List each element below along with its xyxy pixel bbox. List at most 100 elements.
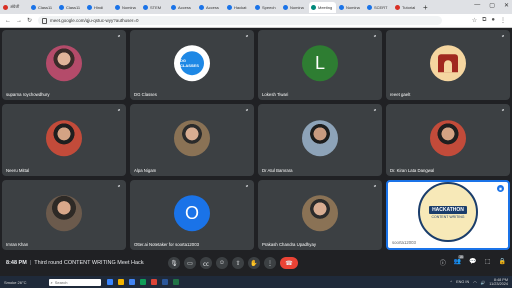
windows-start-icon[interactable] <box>106 279 113 285</box>
tab-label: SCERT <box>374 4 388 10</box>
site-info-icon[interactable] <box>42 17 48 24</box>
minimize-icon[interactable]: — <box>474 2 480 9</box>
tab-label: Nomina <box>346 4 360 10</box>
app-icon[interactable] <box>139 279 146 285</box>
camera-button[interactable]: ▭ <box>184 257 196 269</box>
phone-hangup-icon: ☎ <box>285 260 293 267</box>
participant-tile[interactable]: DG CLASSES ⌀ DG Classes <box>130 30 254 100</box>
tab-favicon-icon <box>3 4 8 10</box>
profile-icon[interactable]: ● <box>491 17 495 24</box>
avatar <box>46 195 82 232</box>
presenting-tile[interactable]: HACKATHON CONTENT WRITING ◉ soorta12003 <box>386 180 510 250</box>
url-input[interactable]: meet.google.com/qju-qstuc-wyy?authuser=0 <box>38 16 443 25</box>
language-indicator[interactable]: ENG IN <box>456 280 469 284</box>
avatar <box>430 120 466 157</box>
present-button[interactable]: ⇧ <box>232 257 244 269</box>
windows-taskbar: Smoke 26°C ⌕ Search ^ ENG IN ◠ 🔊 8:48 PM… <box>0 276 512 288</box>
tab[interactable]: Speech <box>253 2 280 13</box>
tab[interactable]: Nomina <box>281 2 308 13</box>
hand-icon: ✋ <box>250 260 258 267</box>
participant-tile[interactable]: ⌀ Alpa Nigam <box>130 104 254 176</box>
host-controls-icon[interactable]: 🔒 <box>499 258 506 267</box>
system-tray: ^ ENG IN ◠ 🔊 8:48 PM 11/23/2024 <box>450 278 508 287</box>
tab[interactable]: Tutorial <box>393 2 420 13</box>
activities-icon[interactable]: ⬚ <box>485 258 491 267</box>
clock[interactable]: 8:48 PM 11/23/2024 <box>489 278 508 287</box>
leave-call-button[interactable]: ☎ <box>280 257 298 269</box>
tab-active[interactable]: Meeting <box>309 1 336 13</box>
chat-icon[interactable]: 💬 <box>469 258 476 267</box>
captions-icon: ㏄ <box>202 261 209 268</box>
wifi-icon[interactable]: ◠ <box>473 280 476 285</box>
word-icon[interactable] <box>161 279 168 285</box>
file-explorer-icon[interactable] <box>117 279 124 285</box>
tab[interactable]: Nomina <box>113 2 140 13</box>
url-text: meet.google.com/qju-qstuc-wyy?authuser=0 <box>50 18 139 23</box>
extensions-icon[interactable]: ⧉ <box>482 17 486 24</box>
back-icon[interactable]: ← <box>5 18 11 24</box>
taskbar-search[interactable]: ⌕ Search <box>48 278 101 286</box>
more-icon: ⋮ <box>267 260 273 267</box>
tab[interactable]: Class11 <box>29 2 56 13</box>
mic-off-icon: ⌀ <box>245 33 249 38</box>
maximize-icon[interactable]: ▢ <box>489 2 495 9</box>
tab-favicon-icon <box>171 4 176 10</box>
tab-label: STEM <box>150 4 162 10</box>
mic-button[interactable]: 🎙 <box>168 257 180 269</box>
more-options-button[interactable]: ⋮ <box>264 257 276 269</box>
tab[interactable]: Access <box>169 2 196 13</box>
browser-tab-bar: अंग्रेजी Class11 Class11 Hindi Nomina ST… <box>0 0 512 14</box>
tab[interactable]: Class11 <box>57 2 84 13</box>
tab[interactable]: STEM <box>141 2 168 13</box>
tab[interactable]: Nomina <box>337 2 364 13</box>
mic-off-icon: ⌀ <box>501 33 505 38</box>
participant-tile[interactable]: ⌀ Dr Atul Bamrara <box>258 104 382 176</box>
avatar: DG CLASSES <box>174 45 210 82</box>
chrome-icon[interactable] <box>128 279 135 285</box>
meet-control-bar: 8:48 PM | Third round CONTENT WRITING Me… <box>0 252 512 274</box>
participant-tile[interactable]: ⌀ Prakash Chandra Upadhyay <box>258 180 382 250</box>
raise-hand-button[interactable]: ✋ <box>248 257 260 269</box>
new-tab-icon[interactable]: + <box>423 3 428 12</box>
tab[interactable]: अंग्रेजी <box>1 2 28 13</box>
participant-tile[interactable]: ⌀ reeet gaelt <box>386 30 510 100</box>
app-icon[interactable] <box>150 279 157 285</box>
star-icon[interactable]: ☆ <box>472 17 477 24</box>
reload-icon[interactable]: ↻ <box>27 17 32 24</box>
avatar: O <box>174 195 210 232</box>
participant-tile[interactable]: ⌀ Imran Khan <box>2 180 126 250</box>
speaking-indicator-icon: ◉ <box>497 185 504 192</box>
participant-tile[interactable]: O ⌀ Otter.ai Notetaker for soorta12003 <box>130 180 254 250</box>
forward-icon[interactable]: → <box>16 18 22 24</box>
tab[interactable]: Access <box>197 2 224 13</box>
participant-tile[interactable]: ⌀ Neeru Mittal <box>2 104 126 176</box>
avatar <box>302 195 338 232</box>
tab-label: Hindi <box>94 4 104 10</box>
avatar <box>430 45 466 82</box>
close-icon[interactable]: ✕ <box>504 2 509 9</box>
tab-favicon-icon <box>59 4 64 10</box>
volume-icon[interactable]: 🔊 <box>481 280 486 285</box>
logo-text: DG CLASSES <box>180 58 199 69</box>
meeting-time: 8:48 PM <box>6 260 27 266</box>
tab[interactable]: Hindi <box>85 2 112 13</box>
info-icon[interactable]: ⓘ <box>440 258 446 267</box>
weather-widget[interactable]: Smoke 26°C <box>4 280 27 285</box>
tab[interactable]: SCERT <box>365 2 392 13</box>
tab-favicon-icon <box>339 4 344 10</box>
people-icon[interactable]: 👥 <box>454 258 461 267</box>
mic-off-icon: ⌀ <box>373 183 377 188</box>
participant-tile[interactable]: ⌀ suparna roychowdhury <box>2 30 126 100</box>
excel-icon[interactable] <box>172 279 179 285</box>
tab-favicon-icon <box>87 4 92 10</box>
captions-button[interactable]: ㏄ <box>200 257 212 269</box>
taskbar-apps <box>106 279 179 285</box>
tab[interactable]: Hackat <box>225 2 252 13</box>
participant-tile[interactable]: L ⌀ Lokesh Tiwari <box>258 30 382 100</box>
menu-icon[interactable]: ⋮ <box>500 17 506 24</box>
participant-tile[interactable]: ⌀ Dr. Kiran Lata Dangwal <box>386 104 510 176</box>
chevron-up-icon[interactable]: ^ <box>450 280 452 284</box>
emoji-button[interactable]: ☺ <box>216 257 228 269</box>
tab-label: Class11 <box>38 4 53 10</box>
tab-label: Nomina <box>122 4 136 10</box>
